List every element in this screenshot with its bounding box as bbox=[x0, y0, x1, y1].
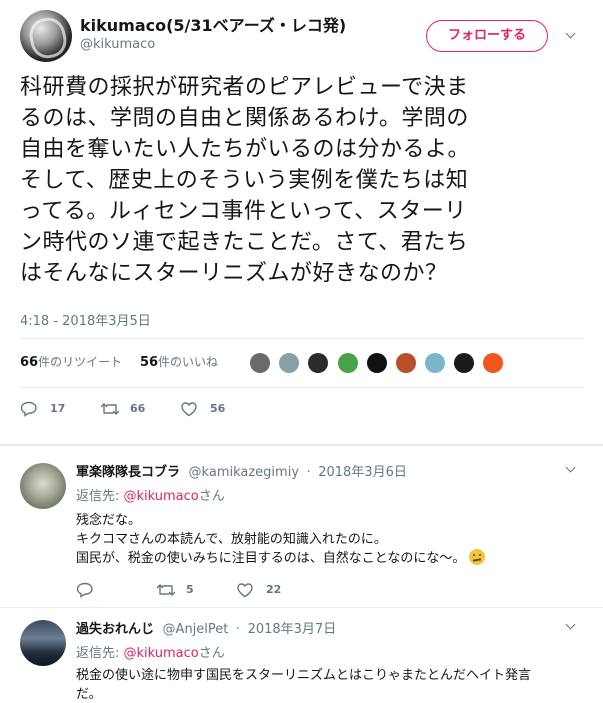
reply-text-line: 残念だな。 bbox=[76, 513, 142, 528]
avatar[interactable] bbox=[20, 620, 66, 666]
retweet-count: 66 bbox=[20, 355, 39, 370]
engagement-stats: 66件のリツイート 56件のいいね bbox=[20, 353, 218, 370]
author-handle[interactable]: @kikumaco bbox=[80, 37, 155, 52]
retweet-icon bbox=[156, 584, 176, 596]
liker-avatar[interactable] bbox=[308, 353, 328, 373]
liker-avatar[interactable] bbox=[483, 353, 503, 373]
tweet-timestamp[interactable]: 4:18 - 2018年3月5日 bbox=[20, 310, 151, 329]
like-label: 件のいいね bbox=[158, 355, 219, 369]
tweet-text-line: るのは、学問の自由と関係あるわけ。学問の bbox=[20, 106, 469, 131]
reply-count: 17 bbox=[50, 402, 66, 415]
retweet-label: 件のリツイート bbox=[38, 355, 123, 369]
like-count: 56 bbox=[139, 355, 159, 370]
reply-display-name: 過失おれんじ bbox=[76, 622, 155, 637]
divider bbox=[0, 444, 603, 446]
reply-handle: @kamikazegimiy bbox=[188, 465, 300, 480]
reply-text-line: だ。 bbox=[76, 687, 102, 702]
reply-text: 税金の使い途に物申す国民をスターリニズムとはこりゃまたとんだヘイト発言 だ。 bbox=[76, 666, 586, 703]
reply-date[interactable]: 2018年3月7日 bbox=[248, 622, 337, 637]
separator-dot: · bbox=[235, 622, 241, 637]
retweet-stat[interactable]: 66件のリツイート bbox=[20, 355, 123, 370]
like-action-count: 22 bbox=[266, 583, 282, 596]
tweet-text: 科研費の採択が研究者のピアレビューで決ま るのは、学問の自由と関係あるわけ。学問… bbox=[20, 72, 590, 289]
main-tweet: kikumaco(5/31ベアーズ・レコ発) @kikumaco フォローする … bbox=[0, 0, 603, 445]
liker-avatar[interactable] bbox=[425, 353, 445, 373]
tweet-actions: 17 66 56 bbox=[20, 400, 320, 420]
reply-author[interactable]: 過失おれんじ @AnjelPet · 2018年3月7日 bbox=[76, 618, 336, 637]
face-with-raised-eyebrow-icon bbox=[469, 549, 486, 565]
divider bbox=[20, 387, 583, 388]
reply-display-name: 軍楽隊隊長コブラ bbox=[76, 465, 181, 480]
reply-icon bbox=[76, 582, 93, 598]
avatar[interactable] bbox=[20, 463, 66, 509]
reply-to-mention[interactable]: @kikumaco bbox=[124, 489, 199, 504]
tweet-text-line: ってる。ルィセンコ事件といって、スターリ bbox=[20, 199, 467, 224]
chevron-down-icon[interactable] bbox=[566, 621, 576, 631]
tweet-text-line: 科研費の採択が研究者のピアレビューで決ま bbox=[20, 75, 469, 100]
reply-to-line: 返信先: @kikumacoさん bbox=[76, 642, 225, 661]
reply-to-prefix: 返信先: bbox=[76, 489, 124, 504]
retweet-action-count: 5 bbox=[186, 583, 194, 596]
reply-tweet[interactable]: 軍楽隊隊長コブラ @kamikazegimiy · 2018年3月6日 返信先:… bbox=[0, 455, 603, 605]
liker-avatar[interactable] bbox=[279, 353, 299, 373]
reply-to-suffix: さん bbox=[198, 646, 225, 661]
reply-icon bbox=[20, 401, 37, 417]
reply-date[interactable]: 2018年3月6日 bbox=[318, 465, 407, 480]
tweet-text-line: ン時代のソ連で起きたことだ。さて、君たち bbox=[20, 230, 469, 255]
chevron-down-icon[interactable] bbox=[566, 464, 576, 474]
reply-text-line: 税金の使い途に物申す国民をスターリニズムとはこりゃまたとんだヘイト発言 bbox=[76, 668, 532, 683]
chevron-down-icon[interactable] bbox=[566, 30, 576, 40]
reply-tweet[interactable]: 過失おれんじ @AnjelPet · 2018年3月7日 返信先: @kikum… bbox=[0, 612, 603, 703]
tweet-text-line: はそんなにスターリニズムが好きなのか？ bbox=[20, 261, 448, 286]
reply-author[interactable]: 軍楽隊隊長コブラ @kamikazegimiy · 2018年3月6日 bbox=[76, 461, 407, 480]
like-action-count: 56 bbox=[210, 402, 226, 415]
tweet-text-line: そして、歴史上のそういう実例を僕たちは知 bbox=[20, 168, 469, 193]
reply-handle: @AnjelPet bbox=[162, 622, 229, 637]
tweet-text-line: 自由を奪いたい人たちがいるのは分かるよ。 bbox=[20, 137, 471, 162]
like-stat[interactable]: 56件のいいね bbox=[139, 355, 219, 370]
liker-avatar[interactable] bbox=[367, 353, 387, 373]
reply-text-line-content: 国民が、税金の使いみちに注目するのは、自然なことなのにな〜。 bbox=[76, 551, 466, 566]
reply-text: 残念だな。 キクコマさんの本読んで、放射能の知識入れたのに。 国民が、税金の使い… bbox=[76, 511, 586, 568]
reply-to-line: 返信先: @kikumacoさん bbox=[76, 485, 225, 504]
divider bbox=[0, 607, 603, 608]
follow-button[interactable]: フォローする bbox=[426, 20, 548, 52]
reply-actions: 5 22 bbox=[76, 581, 376, 601]
reply-to-mention[interactable]: @kikumaco bbox=[124, 646, 199, 661]
divider bbox=[20, 338, 583, 339]
author-display-name[interactable]: kikumaco(5/31ベアーズ・レコ発) bbox=[80, 12, 346, 36]
reply-text-line: 国民が、税金の使いみちに注目するのは、自然なことなのにな〜。 bbox=[76, 549, 586, 568]
avatar[interactable] bbox=[20, 10, 72, 62]
liker-avatar[interactable] bbox=[454, 353, 474, 373]
liker-avatar[interactable] bbox=[396, 353, 416, 373]
reply-to-suffix: さん bbox=[198, 489, 225, 504]
reply-to-prefix: 返信先: bbox=[76, 646, 124, 661]
reply-text-line: キクコマさんの本読んで、放射能の知識入れたのに。 bbox=[76, 532, 387, 547]
separator-dot: · bbox=[306, 465, 311, 480]
retweet-action-count: 66 bbox=[130, 402, 146, 415]
heart-icon bbox=[237, 583, 253, 598]
liker-avatar[interactable] bbox=[250, 353, 270, 373]
liker-avatar[interactable] bbox=[338, 353, 358, 373]
retweet-icon bbox=[100, 403, 120, 415]
heart-icon bbox=[181, 402, 197, 417]
